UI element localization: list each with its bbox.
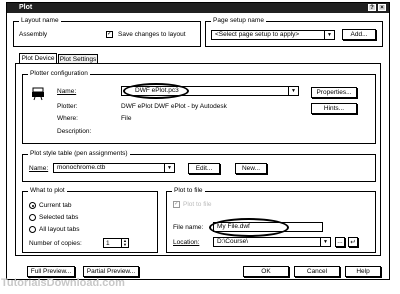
plotter-config-legend: Plotter configuration — [28, 70, 90, 77]
properties-button[interactable]: Properties... — [311, 87, 357, 98]
current-tab-label[interactable]: Current tab — [39, 202, 72, 209]
dialog-title: Plot — [19, 4, 33, 11]
plot-to-file-checkbox[interactable]: ✓ — [173, 201, 180, 208]
page-setup-legend: Page setup name — [211, 17, 266, 24]
save-changes-checkbox[interactable]: ✓ — [106, 31, 113, 38]
plotter-name-label: Name: — [57, 88, 77, 95]
what-to-plot-group: What to plot Current tab Selected tabs A… — [22, 187, 158, 253]
plot-style-select[interactable]: monochrome.ctb ▼ — [53, 163, 175, 173]
highlight-oval — [209, 218, 289, 237]
file-name-label: File name: — [173, 224, 204, 231]
page-setup-select[interactable]: <Select page setup to apply> ▼ — [211, 30, 335, 40]
plotter-config-group: Plotter configuration Name: DWF ePlot.pc… — [22, 70, 376, 144]
help-title-button[interactable]: ? — [368, 4, 376, 11]
description-label: Description: — [57, 128, 92, 135]
new-plot-style-button[interactable]: New... — [235, 163, 267, 174]
what-to-plot-legend: What to plot — [28, 187, 67, 194]
copies-stepper[interactable]: 1 ▲ ▼ — [103, 238, 129, 248]
layout-name-value: Assembly — [19, 31, 48, 38]
location-select[interactable]: D:\Course\ ▼ — [213, 237, 331, 247]
partial-preview-button[interactable]: Partial Preview... — [83, 266, 139, 277]
location-value: D:\Course\ — [217, 238, 249, 245]
watermark-text: TutorialsDownload.com — [1, 277, 125, 289]
page-setup-value: <Select page setup to apply> — [215, 31, 300, 38]
plotter-icon — [32, 87, 44, 101]
plot-style-name-label: Name: — [29, 165, 49, 172]
highlight-oval — [123, 83, 189, 99]
selected-tabs-label[interactable]: Selected tabs — [39, 214, 78, 221]
plotter-label: Plotter: — [57, 103, 78, 110]
location-label: Location: — [173, 239, 200, 246]
chevron-down-icon[interactable]: ▼ — [164, 164, 174, 172]
help-button[interactable]: Help — [345, 266, 381, 277]
page-setup-group: Page setup name <Select page setup to ap… — [205, 17, 383, 47]
where-label: Where: — [57, 115, 78, 122]
title-bar: Plot ? × — [7, 3, 389, 13]
where-value: File — [121, 115, 132, 122]
radio-current-tab[interactable] — [29, 202, 36, 209]
cancel-button[interactable]: Cancel — [294, 266, 340, 277]
close-icon[interactable]: × — [378, 4, 386, 11]
copies-label: Number of copies: — [29, 240, 82, 247]
chevron-down-icon[interactable]: ▼ — [324, 31, 334, 39]
plot-style-value: monochrome.ctb — [57, 164, 106, 171]
layout-name-legend: Layout name — [19, 17, 61, 24]
plot-style-group: Plot style table (pen assignments) Name:… — [22, 150, 376, 182]
chevron-down-icon[interactable]: ▼ — [320, 238, 330, 246]
plot-to-file-legend: Plot to file — [172, 187, 205, 194]
ok-button[interactable]: OK — [243, 266, 289, 277]
hints-button[interactable]: Hints... — [311, 103, 357, 114]
edit-plot-style-button[interactable]: Edit... — [188, 163, 220, 174]
full-preview-button[interactable]: Full Preview... — [27, 266, 75, 277]
folder-up-icon[interactable]: ↵ — [348, 237, 358, 247]
plot-to-file-group: Plot to file ✓ Plot to file File name: M… — [166, 187, 376, 253]
chevron-down-icon[interactable]: ▼ — [288, 87, 298, 95]
tab-plot-device[interactable]: Plot Device — [19, 53, 57, 63]
save-changes-label[interactable]: Save changes to layout — [118, 31, 186, 38]
browse-location-button[interactable]: ... — [335, 237, 345, 247]
radio-all-layout-tabs[interactable] — [29, 226, 36, 233]
add-page-setup-button[interactable]: Add... — [342, 29, 376, 40]
tab-panel: Plotter configuration Name: DWF ePlot.pc… — [15, 63, 381, 256]
plot-to-file-checkbox-label[interactable]: Plot to file — [183, 201, 212, 208]
layout-name-group: Layout name Assembly ✓ Save changes to l… — [13, 17, 201, 47]
plotter-value: DWF ePlot DWF ePlot - by Autodesk — [121, 103, 227, 110]
plot-dialog: Plot ? × Layout name Assembly ✓ Save cha… — [6, 2, 390, 280]
spin-arrows-icon[interactable]: ▲ ▼ — [121, 239, 128, 247]
copies-value: 1 — [106, 240, 110, 247]
all-layout-tabs-label[interactable]: All layout tabs — [39, 226, 79, 233]
plot-style-legend: Plot style table (pen assignments) — [28, 150, 130, 157]
radio-selected-tabs[interactable] — [29, 214, 36, 221]
